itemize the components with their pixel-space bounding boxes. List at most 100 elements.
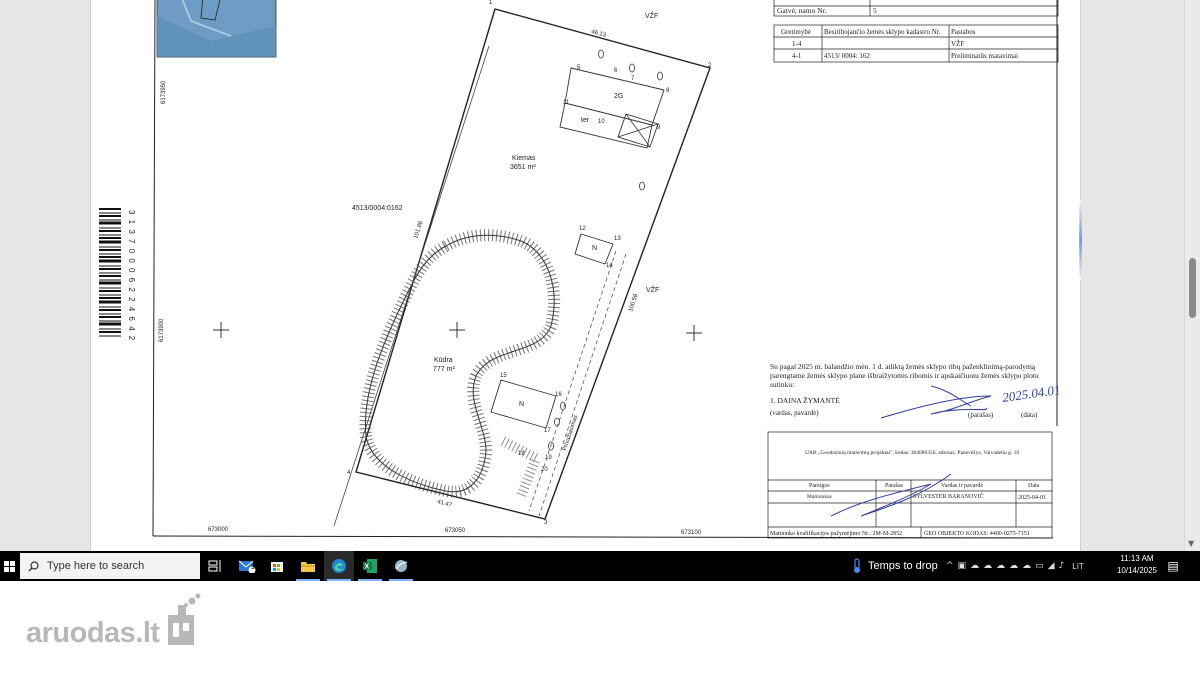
onedrive-icon[interactable]: ☁ [983,561,992,571]
system-tray: ^ ▣ ☁ ☁ ☁ ☁ ☁ ▭ ◢ ♪ LIT [946,551,1084,581]
page-edge-accent [1079,200,1082,280]
point-13: 13 [614,236,621,242]
table-header-neighbor: Gretimybė [781,28,811,36]
position-value: Matininkas [807,494,832,500]
document-viewer: 3 1 3 7 0 0 0 6 2 2 4 6 4 2 6173950 6173… [0,0,1200,551]
cloud-icon-4[interactable]: ☁ [1022,561,1031,571]
taskbar-mail-app[interactable]: 1 [232,551,262,581]
show-hidden-icons-chevron-icon[interactable]: ^ [946,561,954,571]
label-n-lower: N [519,401,524,408]
weather-text: Temps to drop [868,560,938,572]
folder-icon [301,561,315,572]
vertical-scrollbar[interactable]: ▼ [1184,0,1200,551]
geo-object-code: GEO OBJEKTO KODAS: 4400-0275-7151 [924,531,1030,537]
label-ter: ter [581,117,590,124]
table-street-value: 5 [873,6,877,15]
mail-badge-count: 1 [251,564,255,571]
grid-label-x1: 673000 [208,527,229,533]
table-row1-notes: VŽF [951,40,964,48]
point-2: 2 [708,63,712,69]
surveyor-date: 2025-04-01 [1018,495,1046,501]
taskbar-excel[interactable]: X [355,551,385,581]
point-19: 19 [545,455,552,461]
consent-person: 1. DAINA ŽYMANTĖ [770,395,840,405]
battery-icon[interactable]: ▭ [1035,561,1044,571]
taskbar-store-app[interactable] [262,551,292,581]
handwritten-date: 2025.04.01 [1001,382,1061,405]
grid-label-x2: 673050 [445,528,466,534]
label-kiemas: Kiemas [512,155,536,162]
start-button[interactable] [0,551,18,581]
point-11: 11 [563,100,570,106]
cloud-sync-icon[interactable]: ☁ [970,561,979,571]
label-side-bottom: 41.47 [436,499,453,509]
label-vzf-top: VŽF [645,11,658,20]
taskbar-search-box[interactable]: Type here to search [20,553,200,579]
document-page: 3 1 3 7 0 0 0 6 2 2 4 6 4 2 6173950 6173… [90,0,1081,551]
point-1: 1 [489,0,493,6]
cloud-icon-3[interactable]: ☁ [1009,561,1018,571]
point-15: 15 [500,373,507,379]
weather-widget[interactable]: Temps to drop [852,551,938,581]
label-side-left: 101.86 [413,220,425,240]
meet-now-icon[interactable]: ▣ [958,561,967,571]
col-position: Pareigos [809,483,830,489]
label-side-right: 100.59 [628,293,640,313]
cloud-icon-2[interactable]: ☁ [996,561,1005,571]
task-view-icon [208,560,221,572]
label-neighbor-parcel: 4513/0004:0162 [352,205,403,212]
task-view-button[interactable] [200,551,230,581]
table-row2-cadastre: 4513/ 0004: 162 [824,52,870,60]
label-n-upper: N [592,245,597,252]
land-plot-drawing: 3 1 3 7 0 0 0 6 2 2 4 6 4 2 6173950 6173… [99,0,1061,539]
license-number: Matininko kvalifikacijos pažymėjimo Nr.:… [770,530,902,537]
point-9: 9 [657,125,661,131]
network-icon[interactable]: ◢ [1048,561,1055,571]
clock-time: 11:13 AM [1120,554,1154,563]
input-language[interactable]: LIT [1072,562,1084,571]
point-7: 7 [631,76,635,82]
taskbar: Type here to search 1 X Temps to drop ^ … [0,551,1200,581]
point-12: 12 [579,226,586,232]
search-icon [28,560,39,571]
app-globe-icon [395,560,408,572]
scroll-down-arrow-icon[interactable]: ▼ [1188,539,1194,548]
search-placeholder: Type here to search [47,560,145,572]
table-header-notes: Pastabos [951,28,976,36]
taskbar-clock[interactable]: 11:13 AM 10/14/2025 [1112,553,1162,577]
company-line: UAB „Geodezinių matavimų projektai", kod… [805,450,1019,456]
clock-date: 10/14/2025 [1116,566,1158,575]
parcel-boundary [355,8,711,520]
label-kudra: Kūdra [434,357,453,364]
watermark-house-icon [168,593,201,645]
table-street-label: Gatvė, namo Nr. [777,6,827,15]
watermark-area: aruodas.lt [0,581,1200,675]
barcode-digits: 3 1 3 7 0 0 0 6 2 2 4 6 4 2 [127,210,136,342]
consent-date-caption: (data) [1021,411,1038,419]
aruodas-watermark: aruodas.lt [26,617,160,649]
taskbar-app-misc[interactable] [386,551,416,581]
point-16: 16 [555,392,562,398]
volume-icon[interactable]: ♪ [1059,561,1065,571]
scrollbar-thumb[interactable] [1189,258,1196,318]
notification-center-icon[interactable]: ▤ [1162,551,1184,581]
windows-logo-icon [3,560,15,572]
svg-text:X: X [365,564,370,571]
col-date: Data [1028,483,1040,489]
point-18: 18 [518,451,525,457]
taskbar-file-explorer[interactable] [293,551,323,581]
consent-signature-caption: (parašas) [968,411,994,419]
label-kudra-area: 777 m² [433,366,455,373]
table-row2-neighbor: 4-1 [792,52,802,60]
table-row1-neighbor: 1-4 [792,40,802,48]
barcode: 3 1 3 7 0 0 0 6 2 2 4 6 4 2 [99,206,136,342]
point-14: 14 [606,263,613,269]
table-row2-notes: Preliminarūs matavimai [951,52,1018,60]
point-3: 3 [544,520,548,526]
excel-icon: X [363,559,377,573]
consent-name-caption: (vardas, pavardė) [770,409,819,417]
store-icon [271,562,283,572]
grid-label-y2: 6173900 [159,318,165,342]
taskbar-edge-browser[interactable] [324,551,354,581]
label-building-2g: 2G [614,93,623,100]
